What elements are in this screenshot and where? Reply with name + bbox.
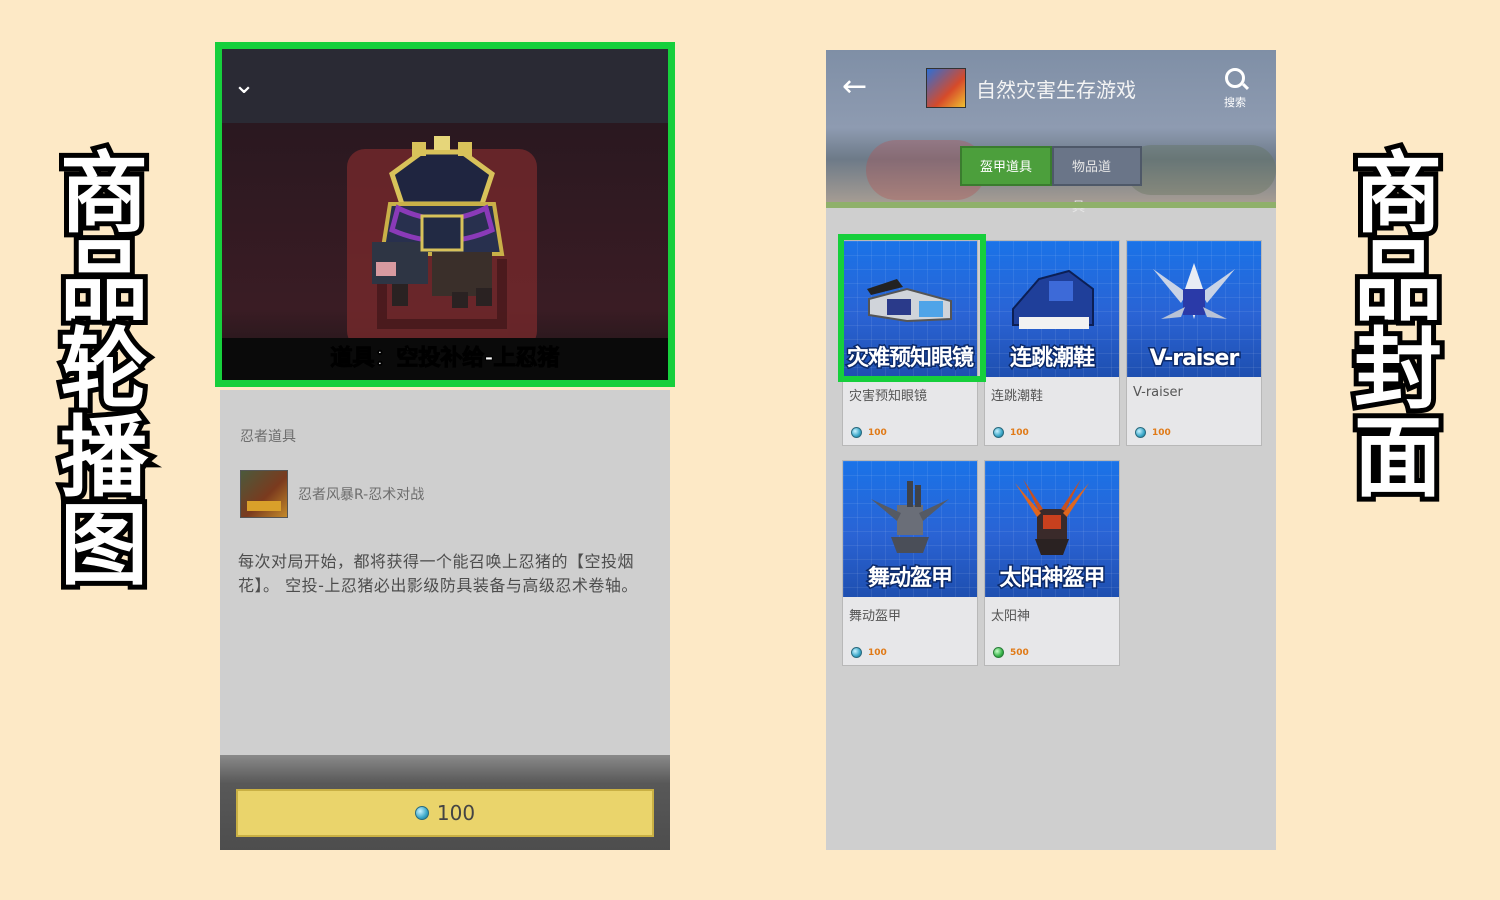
label-char: 轮 (55, 318, 153, 421)
label-char: 品 (55, 230, 153, 333)
label-char: 播 (55, 406, 153, 509)
sun-god-armor-image (1015, 479, 1089, 555)
dance-armor-image (871, 481, 949, 553)
price-value: 100 (868, 427, 887, 438)
cover-title: 灾难预知眼镜 (845, 345, 975, 373)
product-cover-label: 商 品 封 面 (1349, 142, 1447, 509)
shop-title: 自然灾害生存游戏 (976, 78, 1136, 102)
tab-goods-items[interactable]: 物品道具 (1052, 146, 1143, 215)
chevron-down-icon[interactable]: ⌄ (230, 71, 258, 99)
item-price: 100 (1135, 427, 1171, 438)
label-char: 品 (1349, 230, 1447, 333)
cover-title: 太阳神盔甲 (998, 565, 1107, 593)
shop-item-card[interactable]: 舞动盔甲 舞动盔甲 100 (842, 460, 978, 666)
gem-icon (851, 427, 862, 438)
search-label: 搜索 (1224, 96, 1246, 109)
item-price: 100 (851, 647, 887, 658)
item-price: 100 (993, 427, 1029, 438)
item-cover: 灾难预知眼镜 (843, 241, 977, 377)
item-name: 连跳潮鞋 (991, 389, 1044, 404)
game-thumbnail[interactable] (240, 470, 288, 518)
item-cover: 连跳潮鞋 (985, 241, 1119, 377)
item-name: 太阳神 (991, 609, 1031, 624)
shop-item-card[interactable]: 太阳神盔甲 太阳神 500 (984, 460, 1120, 666)
glasses-image (867, 279, 952, 323)
ninja-boar-image (372, 136, 505, 308)
item-name: 灾害预知眼镜 (849, 389, 928, 404)
item-detail-screen: ⌄ 道具：空投补给-上忍猪 忍者道具 忍者风暴R-忍术对战 每次对局开始，都将获… (215, 42, 675, 850)
search-button[interactable]: 搜索 (1218, 66, 1252, 110)
gem-icon (993, 647, 1004, 658)
item-category: 忍者道具 (240, 429, 296, 445)
item-price: 100 (851, 427, 887, 438)
label-char: 商 (1349, 142, 1447, 245)
label-char: 面 (1349, 406, 1447, 509)
gem-icon (1135, 427, 1146, 438)
search-icon (1225, 68, 1245, 88)
item-price: 500 (993, 647, 1029, 658)
carousel-caption: 道具：空投补给-上忍猪 (222, 338, 668, 380)
v-raiser-armor-image (1153, 263, 1235, 319)
price-value: 100 (1152, 427, 1171, 438)
header-divider (826, 202, 1276, 208)
gem-icon (851, 647, 862, 658)
purchase-bar: 100 (220, 755, 670, 850)
item-cover: 舞动盔甲 (843, 461, 977, 597)
price-value: 100 (1010, 427, 1029, 438)
shop-item-card[interactable]: 灾难预知眼镜 灾害预知眼镜 100 (842, 240, 978, 446)
label-char: 封 (1349, 318, 1447, 421)
arrow-left-icon[interactable]: ← (842, 72, 876, 102)
shop-item-card[interactable]: V-raiser V-raiser 100 (1126, 240, 1262, 446)
carousel-image-label: 商 品 轮 播 图 (55, 142, 153, 597)
buy-price: 100 (436, 801, 476, 825)
shop-screen: ← 自然灾害生存游戏 搜索 盔甲道具 物品道具 灾难预知眼镜 (826, 50, 1276, 850)
price-value: 500 (1010, 647, 1029, 658)
game-icon (926, 68, 966, 108)
item-cover: V-raiser (1127, 241, 1261, 377)
item-name: V-raiser (1133, 385, 1183, 400)
item-carousel[interactable]: ⌄ 道具：空投补给-上忍猪 (222, 49, 668, 380)
item-description: 每次对局开始，都将获得一个能召唤上忍猪的【空投烟花】。 空投-上忍猪必出影级防具… (238, 552, 638, 595)
label-char: 图 (55, 494, 153, 597)
shop-header: ← 自然灾害生存游戏 搜索 盔甲道具 物品道具 (826, 50, 1276, 215)
buy-button[interactable]: 100 (236, 789, 654, 837)
label-char: 商 (55, 142, 153, 245)
gem-icon (414, 806, 429, 820)
item-cover: 太阳神盔甲 (985, 461, 1119, 597)
game-name-link[interactable]: 忍者风暴R-忍术对战 (298, 484, 424, 504)
shop-tabs: 盔甲道具 物品道具 (960, 146, 1143, 215)
shoes-image (1012, 269, 1094, 329)
item-name: 舞动盔甲 (849, 609, 902, 624)
gem-icon (993, 427, 1004, 438)
carousel-highlight: ⌄ 道具：空投补给-上忍猪 (215, 42, 675, 387)
price-value: 100 (868, 647, 887, 658)
shop-item-card[interactable]: 连跳潮鞋 连跳潮鞋 100 (984, 240, 1120, 446)
cover-title: V-raiser (1148, 345, 1241, 373)
cover-title: 舞动盔甲 (866, 565, 954, 593)
cover-title: 连跳潮鞋 (1008, 345, 1096, 373)
tab-armor-items[interactable]: 盔甲道具 (960, 146, 1053, 186)
